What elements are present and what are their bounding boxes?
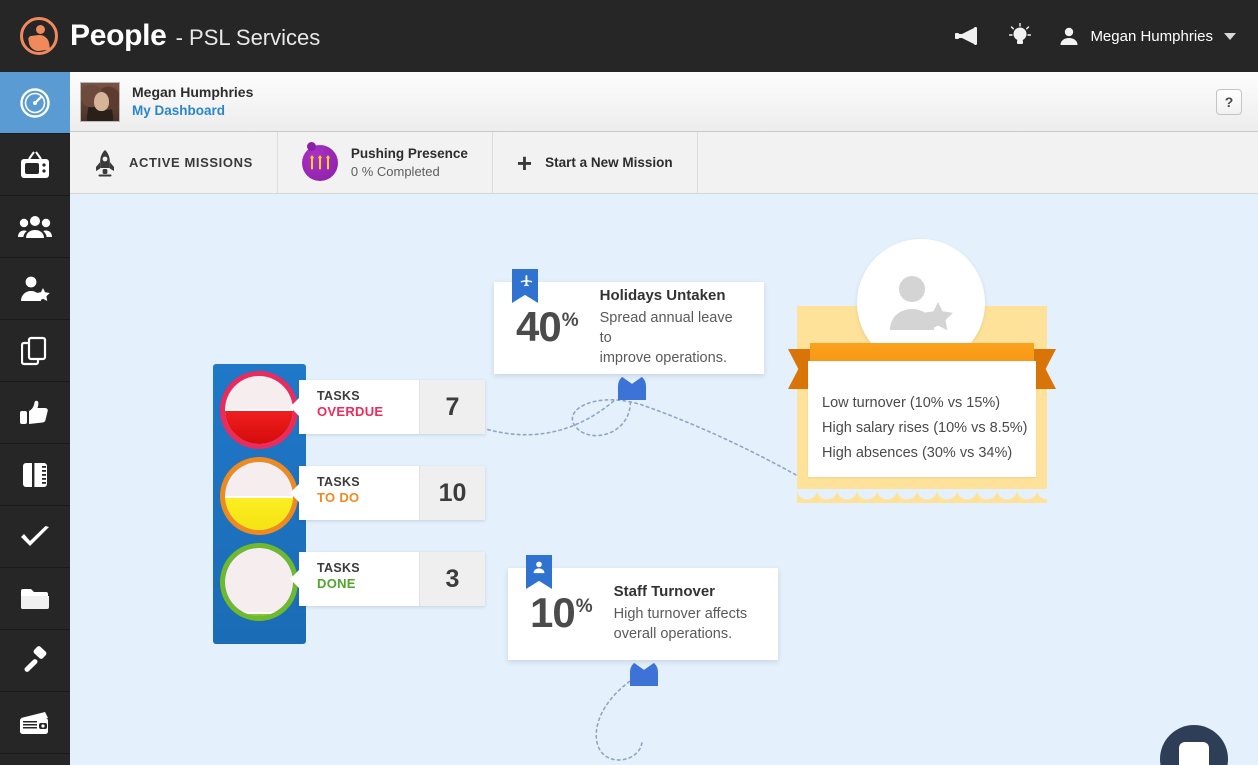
- sidebar-item-recruitment[interactable]: [0, 258, 70, 320]
- sidebar-item-people[interactable]: [0, 196, 70, 258]
- stat-line: Low turnover (10% vs 15%): [822, 395, 1001, 411]
- task-label-line1: TASKS: [317, 561, 360, 575]
- task-row-overdue[interactable]: TASKS OVERDUE 7: [290, 380, 485, 434]
- avatar: [80, 81, 120, 122]
- staff-turnover-desc-1: High turnover affects: [613, 606, 748, 623]
- holidays-untaken-value: 40%: [516, 303, 579, 350]
- brand-subtitle: - PSL Services: [175, 25, 321, 50]
- sidebar-item-legal[interactable]: [0, 630, 70, 692]
- airplane-icon: [512, 269, 538, 303]
- person-icon: [1060, 27, 1078, 45]
- notebook-icon: [23, 462, 47, 487]
- active-missions-button[interactable]: ACTIVE MISSIONS: [70, 132, 278, 193]
- task-label-line2: DONE: [317, 576, 356, 592]
- task-count: 7: [419, 380, 485, 434]
- info-card-staff-turnover[interactable]: 10% Staff Turnover High turnover affects…: [508, 555, 778, 660]
- speedometer-icon: [20, 87, 50, 118]
- task-label-line1: TASKS: [317, 389, 360, 403]
- stats-list: Low turnover (10% vs 15%) High salary ri…: [808, 361, 1036, 477]
- plus-icon: +: [516, 147, 533, 178]
- holidays-untaken-desc-2: improve operations.: [599, 350, 727, 367]
- task-row-text: TASKS TO DO: [299, 466, 419, 520]
- person-star-icon: [890, 276, 953, 331]
- rocket-icon: [96, 149, 114, 176]
- holidays-untaken-body: Holidays Untaken Spread annual leave to …: [600, 286, 742, 369]
- mission-progress: 0 % Completed: [350, 163, 440, 179]
- staff-turnover-desc-2: overall operations.: [613, 626, 733, 643]
- task-label-line2: TO DO: [317, 490, 360, 506]
- people-group-icon: [18, 215, 52, 238]
- wallet-icon: [20, 711, 48, 734]
- sidebar-item-performance[interactable]: [0, 382, 70, 444]
- user-menu[interactable]: Megan Humphries: [1059, 26, 1236, 46]
- task-row-done[interactable]: TASKS DONE 3: [290, 552, 485, 606]
- staff-turnover-body: Staff Turnover High turnover affects ove…: [614, 582, 748, 645]
- topbar-actions: Megan Humphries: [955, 23, 1236, 49]
- gavel-icon: [24, 645, 47, 672]
- mission-pushing-presence[interactable]: Pushing Presence 0 % Completed: [277, 132, 493, 193]
- lamp-done-icon: [220, 543, 298, 621]
- staff-turnover-title: Staff Turnover: [613, 582, 716, 600]
- my-dashboard-link[interactable]: My Dashboard: [132, 102, 253, 119]
- app-root: People - PSL Services Megan Humphries Me…: [0, 0, 1258, 765]
- chat-bubble-inner: [1179, 742, 1209, 765]
- task-row-text: TASKS OVERDUE: [299, 380, 419, 434]
- brand-title: People - PSL Services: [70, 19, 320, 53]
- task-label-line1: TASKS: [317, 475, 360, 489]
- task-count: 10: [419, 466, 485, 520]
- megaphone-icon[interactable]: [955, 23, 981, 49]
- top-navigation-bar: People - PSL Services Megan Humphries: [0, 0, 1258, 72]
- people-logo-icon: [20, 17, 58, 55]
- copy-documents-icon: [21, 336, 47, 365]
- sidebar-item-expenses[interactable]: [0, 692, 70, 754]
- chevron-down-icon[interactable]: [1224, 32, 1236, 40]
- sidebar-item-files[interactable]: [0, 568, 70, 630]
- tv-icon: [21, 150, 49, 178]
- holidays-untaken-title: Holidays Untaken: [599, 286, 726, 304]
- mission-bar-spacer: [697, 132, 1258, 193]
- sub-header: Megan Humphries My Dashboard ?: [70, 72, 1258, 132]
- holidays-untaken-desc-1: Spread annual leave to: [599, 310, 733, 347]
- help-button[interactable]: ?: [1216, 88, 1242, 115]
- mission-info: Pushing Presence 0 % Completed: [351, 145, 468, 181]
- task-count: 3: [419, 552, 485, 606]
- stats-scalloped-edge: [797, 489, 1047, 503]
- sidebar-item-media[interactable]: [0, 134, 70, 196]
- lamp-overdue-icon: [220, 371, 298, 449]
- sub-header-text: Megan Humphries My Dashboard: [132, 84, 253, 119]
- mission-badge-icon: [301, 141, 338, 181]
- task-row-text: TASKS DONE: [299, 552, 419, 606]
- staff-turnover-value: 10%: [530, 589, 593, 636]
- folder-icon: [21, 588, 49, 609]
- avatar-face: [94, 91, 109, 111]
- your-stats-card: YOUR STATS Low turnover (10% vs 15%) Hig…: [788, 239, 1056, 503]
- user-name-label: Megan Humphries: [1090, 27, 1213, 45]
- sidebar-item-documents[interactable]: [0, 320, 70, 382]
- brand[interactable]: People - PSL Services: [20, 17, 320, 55]
- sidebar-item-dashboard[interactable]: [0, 72, 70, 134]
- brand-name: People: [70, 19, 167, 52]
- lamp-todo-icon: [220, 457, 298, 535]
- lightbulb-icon[interactable]: [1007, 23, 1033, 49]
- sidebar-item-handbook[interactable]: [0, 444, 70, 506]
- info-card-holidays-untaken[interactable]: 40% Holidays Untaken Spread annual leave…: [494, 269, 764, 374]
- stat-line: High absences (30% vs 34%): [822, 444, 1013, 461]
- sidebar-item-tasks[interactable]: [0, 506, 70, 568]
- stat-line: High salary rises (10% vs 8.5%): [822, 419, 1028, 436]
- start-new-mission-label: Start a New Mission: [545, 155, 673, 170]
- task-label-line2: OVERDUE: [317, 404, 384, 420]
- start-new-mission-button[interactable]: + Start a New Mission: [492, 132, 698, 193]
- person-star-icon: [21, 276, 50, 301]
- mission-bar: ACTIVE MISSIONS Pushing Presence 0 % Com…: [70, 132, 1258, 194]
- dashboard-canvas: TASKS OVERDUE 7 TASKS TO DO 10 TASKS DON…: [70, 194, 1258, 765]
- checkmark-icon: [21, 525, 49, 546]
- task-row-todo[interactable]: TASKS TO DO 10: [290, 466, 485, 520]
- sub-header-user-name: Megan Humphries: [132, 83, 254, 100]
- mission-title: Pushing Presence: [350, 145, 468, 161]
- thumbs-up-icon: [20, 400, 48, 424]
- active-missions-label: ACTIVE MISSIONS: [129, 155, 253, 170]
- left-sidebar: [0, 72, 70, 765]
- person-icon: [526, 555, 552, 589]
